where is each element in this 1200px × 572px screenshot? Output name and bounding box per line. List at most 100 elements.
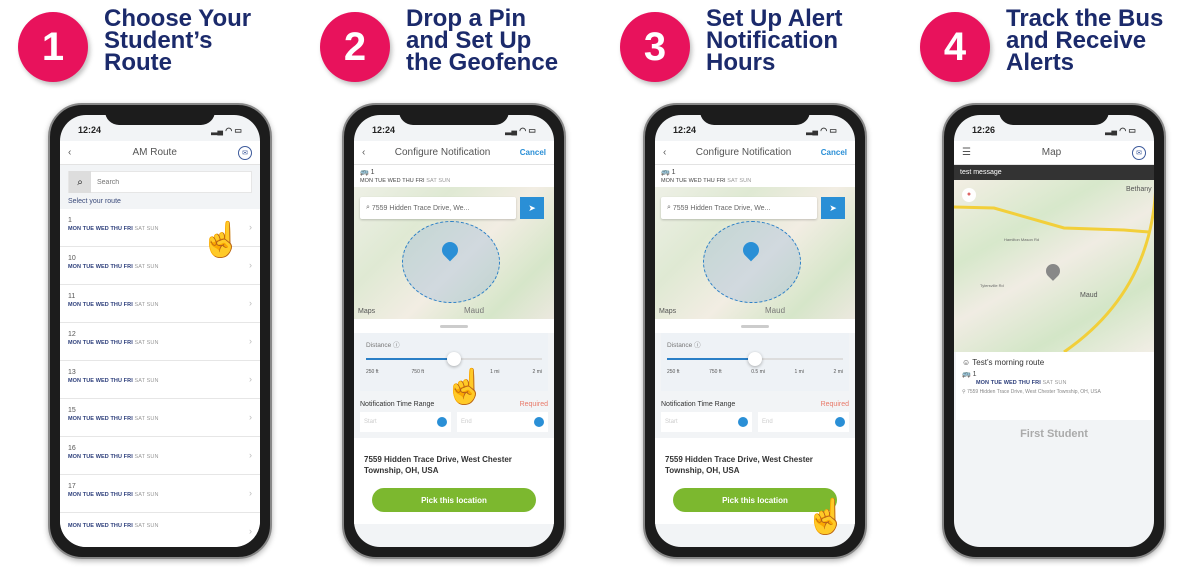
- clock-icon[interactable]: [835, 417, 845, 427]
- phone-notch: [105, 105, 215, 125]
- current-location-button[interactable]: ➤: [821, 197, 845, 219]
- geofence-map[interactable]: ⌕ 7559 Hidden Trace Drive, We... ➤ Maps …: [354, 187, 554, 319]
- route-info: 🚌 1 MON TUE WED THU FRI SAT SUN: [354, 165, 554, 187]
- mail-icon[interactable]: ✉: [238, 145, 252, 160]
- clock-icon[interactable]: [534, 417, 544, 427]
- weekend: SAT SUN: [426, 178, 451, 184]
- weekdays: MON TUE WED THU FRI: [68, 378, 133, 384]
- status-icons: ▂▄ ◠ ▭: [505, 125, 536, 135]
- maps-label-text: Maps: [659, 308, 677, 315]
- geofence-circle: [703, 221, 801, 303]
- weekend: SAT SUN: [134, 523, 159, 529]
- distance-label: Distance: [667, 342, 693, 349]
- time-range-label: Notification Time Range: [360, 401, 435, 408]
- step-number: 2: [320, 12, 390, 82]
- route-name: Test’s morning route: [972, 358, 1045, 367]
- route-list-item[interactable]: 15 MON TUE WED THU FRI SAT SUN ›: [60, 399, 260, 437]
- weekdays: MON TUE WED THU FRI: [68, 416, 133, 422]
- alert-banner[interactable]: test message: [954, 165, 1154, 180]
- chevron-right-icon: ›: [249, 488, 252, 498]
- info-icon[interactable]: ⓘ: [694, 342, 701, 349]
- route-info: 🚌 1 MON TUE WED THU FRI SAT SUN: [655, 165, 855, 187]
- weekdays: MON TUE WED THU FRI: [68, 523, 133, 529]
- drawer-handle[interactable]: [354, 319, 554, 333]
- locate-icon[interactable]: ●: [962, 188, 976, 202]
- address-search-field[interactable]: ⌕ 7559 Hidden Trace Drive, We...: [360, 197, 516, 219]
- weekdays: MON TUE WED THU FRI: [68, 302, 133, 308]
- phone-notch: [700, 105, 810, 125]
- clock-icon[interactable]: [437, 417, 447, 427]
- search-bar: ⌕: [68, 171, 252, 193]
- weekend: SAT SUN: [134, 378, 159, 384]
- route-card[interactable]: ☺ Test’s morning route 🚌 1 MON TUE WED T…: [956, 352, 1154, 420]
- phone-alert-hours: 12:24 ▂▄ ◠ ▭ ‹ Configure Notification Cance…: [643, 103, 867, 559]
- weekdays: MON TUE WED THU FRI: [68, 340, 133, 346]
- geofence-map[interactable]: ⌕ 7559 Hidden Trace Drive, We... ➤ Maps …: [655, 187, 855, 319]
- current-location-button[interactable]: ➤: [520, 197, 544, 219]
- slider-thumb[interactable]: [748, 352, 762, 366]
- cancel-button[interactable]: Cancel: [821, 148, 847, 157]
- end-placeholder: End: [762, 419, 773, 425]
- end-time-field[interactable]: End: [758, 412, 849, 432]
- end-time-field[interactable]: End: [457, 412, 548, 432]
- route-number: 1: [370, 169, 375, 176]
- weekdays: MON TUE WED THU FRI: [976, 380, 1041, 386]
- step-number: 4: [920, 12, 990, 82]
- weekdays: MON TUE WED THU FRI: [68, 454, 133, 460]
- clock-icon[interactable]: [738, 417, 748, 427]
- slider-tick-label: 250 ft: [366, 369, 379, 375]
- chevron-right-icon: ›: [249, 260, 252, 270]
- route-list-item[interactable]: MON TUE WED THU FRI SAT SUN ›: [60, 513, 260, 547]
- start-time-field[interactable]: Start: [661, 412, 752, 432]
- route-list-item[interactable]: 11 MON TUE WED THU FRI SAT SUN ›: [60, 285, 260, 323]
- stop-address: 7559 Hidden Trace Drive, West Chester To…: [967, 389, 1101, 395]
- menu-icon[interactable]: ☰: [962, 147, 971, 158]
- step-4-heading: 4 Track the Bus and Receive Alerts: [920, 5, 1176, 82]
- weekend: SAT SUN: [134, 454, 159, 460]
- pick-location-button[interactable]: Pick this location: [372, 488, 536, 512]
- route-number: 12: [68, 331, 76, 338]
- time-range-label: Notification Time Range: [661, 401, 736, 408]
- distance-label: Distance: [366, 342, 392, 349]
- apple-maps-label: Maps: [358, 308, 375, 315]
- address-search-field[interactable]: ⌕ 7559 Hidden Trace Drive, We...: [661, 197, 817, 219]
- map-road-label: Hamilton Mason Rd: [1004, 237, 1040, 242]
- status-time: 12:26: [972, 125, 996, 135]
- required-label: Required: [519, 401, 548, 408]
- apple-maps-label: Maps: [659, 308, 676, 315]
- bus-map[interactable]: ● Bethany Hamilton Mason Rd Tylersville …: [954, 180, 1154, 352]
- start-time-field[interactable]: Start: [360, 412, 451, 432]
- step-1-heading: 1 Choose Your Student’s Route: [18, 7, 274, 82]
- page-title: Map: [1041, 147, 1062, 158]
- tap-hand-icon: ☝: [805, 498, 848, 536]
- distance-slider[interactable]: [667, 352, 843, 366]
- mail-icon[interactable]: ✉: [1132, 145, 1146, 160]
- route-list-item[interactable]: 13 MON TUE WED THU FRI SAT SUN ›: [60, 361, 260, 399]
- route-list-item[interactable]: 17 MON TUE WED THU FRI SAT SUN ›: [60, 475, 260, 513]
- status-time: 12:24: [372, 125, 396, 135]
- map-town-label: Maud: [765, 306, 786, 315]
- weekdays: MON TUE WED THU FRI: [661, 178, 726, 184]
- route-list-item[interactable]: 12 MON TUE WED THU FRI SAT SUN ›: [60, 323, 260, 361]
- page-title: AM Route: [132, 147, 177, 158]
- drawer-handle[interactable]: [655, 319, 855, 333]
- weekdays: MON TUE WED THU FRI: [360, 178, 425, 184]
- weekend: SAT SUN: [727, 178, 752, 184]
- distance-slider[interactable]: [366, 352, 542, 366]
- info-icon[interactable]: ⓘ: [393, 342, 400, 349]
- search-icon[interactable]: ⌕: [69, 171, 91, 193]
- cancel-button[interactable]: Cancel: [520, 148, 546, 157]
- slider-thumb[interactable]: [447, 352, 461, 366]
- step-title: Track the Bus and Receive Alerts: [1006, 5, 1164, 76]
- status-icons: ▂▄ ◠ ▭: [211, 125, 242, 135]
- bus-icon: 🚌: [962, 371, 973, 378]
- route-list-item[interactable]: 16 MON TUE WED THU FRI SAT SUN ›: [60, 437, 260, 475]
- slider-tick-label: 750 ft: [411, 369, 425, 375]
- step-title: Set Up Alert Notification Hours: [706, 5, 843, 76]
- search-input[interactable]: [91, 178, 211, 186]
- step-number: 3: [620, 12, 690, 82]
- route-number: 16: [68, 445, 76, 452]
- start-placeholder: Start: [665, 419, 678, 425]
- chevron-right-icon: ›: [249, 222, 252, 232]
- weekend: SAT SUN: [134, 416, 159, 422]
